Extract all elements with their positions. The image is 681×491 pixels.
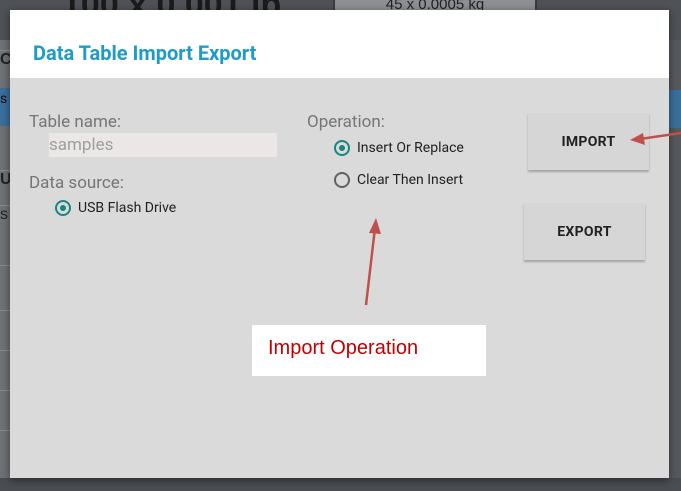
arrow-to-import-button	[630, 131, 681, 145]
arrow-to-operation	[364, 218, 381, 306]
annotation-arrows	[364, 131, 681, 306]
